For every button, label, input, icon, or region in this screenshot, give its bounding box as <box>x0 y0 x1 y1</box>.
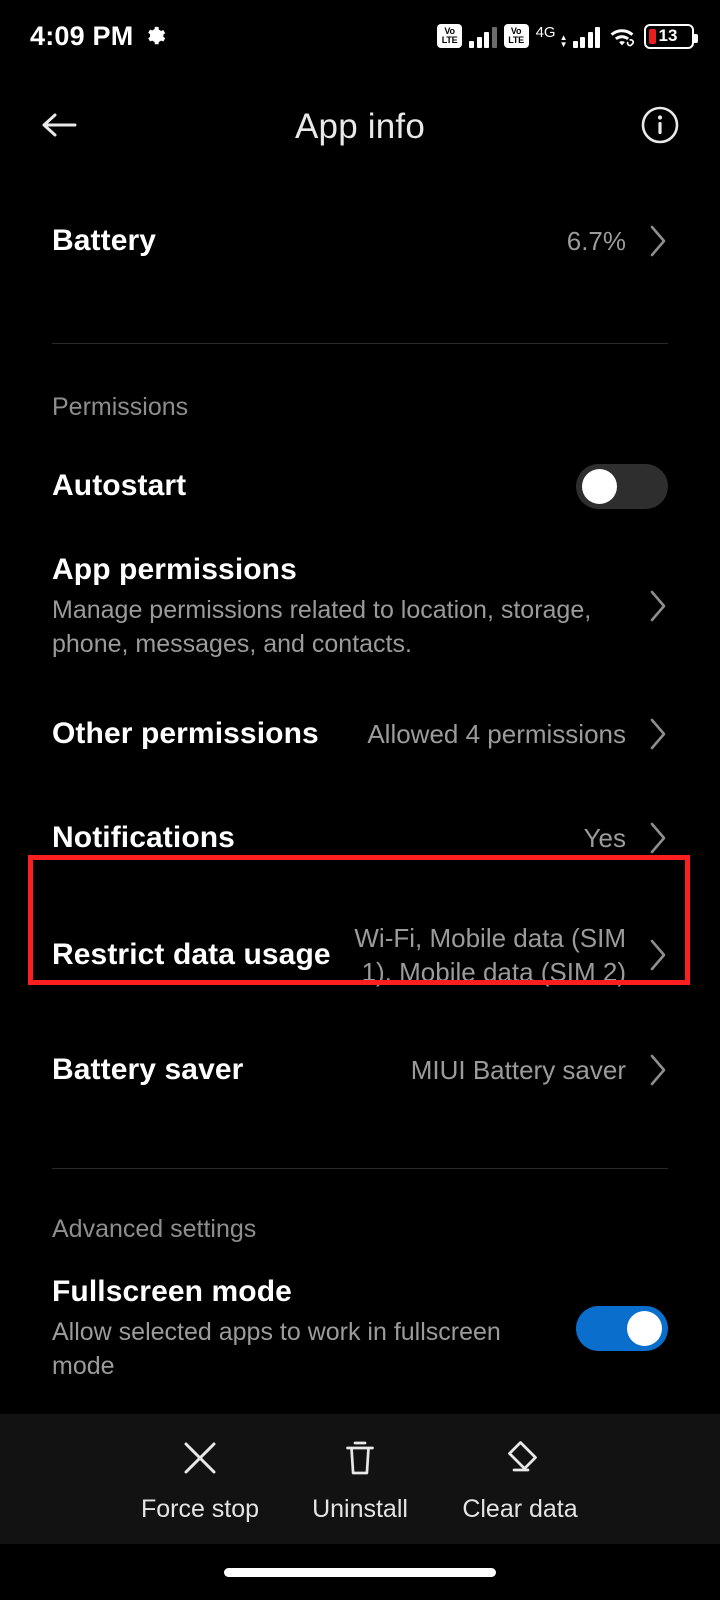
row-autostart[interactable]: Autostart <box>0 442 720 530</box>
mobile-network-group: 4G ▲ ▼ <box>535 24 600 49</box>
row-fullscreen-mode-title: Fullscreen mode <box>52 1275 292 1308</box>
row-battery[interactable]: Battery 6.7% <box>0 182 720 300</box>
status-time: 4:09 PM <box>30 20 134 51</box>
signal-bars-sim1 <box>469 24 497 48</box>
section-label-advanced: Advanced settings <box>52 1215 257 1243</box>
force-stop-label: Force stop <box>140 1494 260 1523</box>
row-other-permissions[interactable]: Other permissions Allowed 4 permissions <box>0 682 720 786</box>
autostart-toggle[interactable] <box>576 463 668 509</box>
row-battery-saver-value: MIUI Battery saver <box>410 1055 626 1085</box>
settings-list[interactable]: Battery 6.7% Permissions Autostart App p… <box>0 182 720 1414</box>
row-battery-value: 6.7% <box>566 226 626 256</box>
chevron-right-icon <box>634 717 668 751</box>
uninstall-label: Uninstall <box>312 1494 408 1523</box>
row-restrict-data-usage-title: Restrict data usage <box>52 938 331 971</box>
row-battery-saver-main: Battery saver <box>52 1051 411 1089</box>
clear-data-label: Clear data <box>462 1494 578 1523</box>
page-title: App info <box>294 107 426 146</box>
row-app-permissions-subtitle: Manage permissions related to location, … <box>52 596 592 658</box>
row-notifications[interactable]: Notifications Yes <box>0 786 720 890</box>
row-fullscreen-mode-subtitle: Allow selected apps to work in fullscree… <box>52 1318 501 1380</box>
uninstall-button[interactable]: Uninstall <box>280 1435 440 1524</box>
section-label-permissions: Permissions <box>52 393 189 421</box>
row-battery-saver-title: Battery saver <box>52 1053 244 1086</box>
network-type-label: 4G <box>535 24 556 41</box>
chevron-right-icon <box>634 589 668 623</box>
fullscreen-mode-toggle[interactable] <box>576 1305 668 1351</box>
row-battery-main: Battery <box>52 222 567 260</box>
gear-icon <box>144 25 166 47</box>
row-other-permissions-value: Allowed 4 permissions <box>367 719 626 749</box>
row-notifications-value: Yes <box>583 823 626 853</box>
chevron-right-icon <box>634 821 668 855</box>
status-bar: 4:09 PM Vo LTE Vo LTE 4G ▲ ▼ 13 <box>0 0 720 72</box>
row-fullscreen-mode[interactable]: Fullscreen mode Allow selected apps to w… <box>0 1258 720 1398</box>
chevron-right-icon <box>634 1053 668 1087</box>
clear-data-button[interactable]: Clear data <box>440 1435 600 1524</box>
chevron-right-icon <box>634 938 668 972</box>
back-arrow-icon <box>40 110 80 145</box>
row-autostart-main: Autostart <box>52 467 576 505</box>
wifi-icon <box>607 24 637 48</box>
force-stop-button[interactable]: Force stop <box>120 1435 280 1524</box>
row-app-permissions[interactable]: App permissions Manage permissions relat… <box>0 530 720 682</box>
volte-bottom-sim2: LTE <box>508 35 524 45</box>
volte-icon-sim2: Vo LTE <box>503 24 529 48</box>
signal-bars-sim2 <box>572 24 600 48</box>
row-notifications-main: Notifications <box>52 819 584 857</box>
info-icon <box>638 103 682 152</box>
app-info-button[interactable] <box>632 99 688 155</box>
data-activity-icon: ▲ ▼ <box>559 33 568 49</box>
row-autostart-title: Autostart <box>52 469 187 502</box>
row-restrict-data-usage-value: Wi-Fi, Mobile data (SIM 1), Mobile data … <box>354 923 626 987</box>
volte-bottom-sim1: LTE <box>441 35 458 45</box>
navigation-bar <box>0 1544 720 1600</box>
status-bar-left: 4:09 PM <box>30 21 166 52</box>
chevron-right-icon <box>634 224 668 258</box>
row-fullscreen-mode-main: Fullscreen mode Allow selected apps to w… <box>52 1273 576 1383</box>
row-restrict-data-usage-main: Restrict data usage <box>52 936 348 974</box>
row-restrict-data-usage[interactable]: Restrict data usage Wi-Fi, Mobile data (… <box>0 890 720 1020</box>
battery-icon: 13 <box>644 23 698 49</box>
divider-1 <box>52 343 668 344</box>
trash-icon <box>339 1435 381 1481</box>
app-info-screen: 4:09 PM Vo LTE Vo LTE 4G ▲ ▼ 13 App info… <box>0 0 720 1600</box>
row-battery-title: Battery <box>52 224 157 257</box>
close-x-icon <box>179 1435 221 1481</box>
volte-icon-sim1: Vo LTE <box>437 24 463 48</box>
eraser-icon <box>499 1435 541 1481</box>
row-other-permissions-title: Other permissions <box>52 717 319 750</box>
row-battery-saver[interactable]: Battery saver MIUI Battery saver <box>0 1020 720 1120</box>
divider-2 <box>52 1168 668 1169</box>
bottom-action-bar: Force stop Uninstall Clear data <box>0 1414 720 1544</box>
home-indicator[interactable] <box>224 1567 496 1577</box>
row-notifications-title: Notifications <box>52 821 235 854</box>
battery-level-text: 13 <box>658 26 678 45</box>
row-app-permissions-title: App permissions <box>52 553 297 586</box>
back-button[interactable] <box>32 99 88 155</box>
row-app-permissions-main: App permissions Manage permissions relat… <box>52 551 626 661</box>
row-other-permissions-main: Other permissions <box>52 715 367 753</box>
status-bar-right: Vo LTE Vo LTE 4G ▲ ▼ 13 <box>437 23 698 49</box>
app-bar: App info <box>0 72 720 182</box>
